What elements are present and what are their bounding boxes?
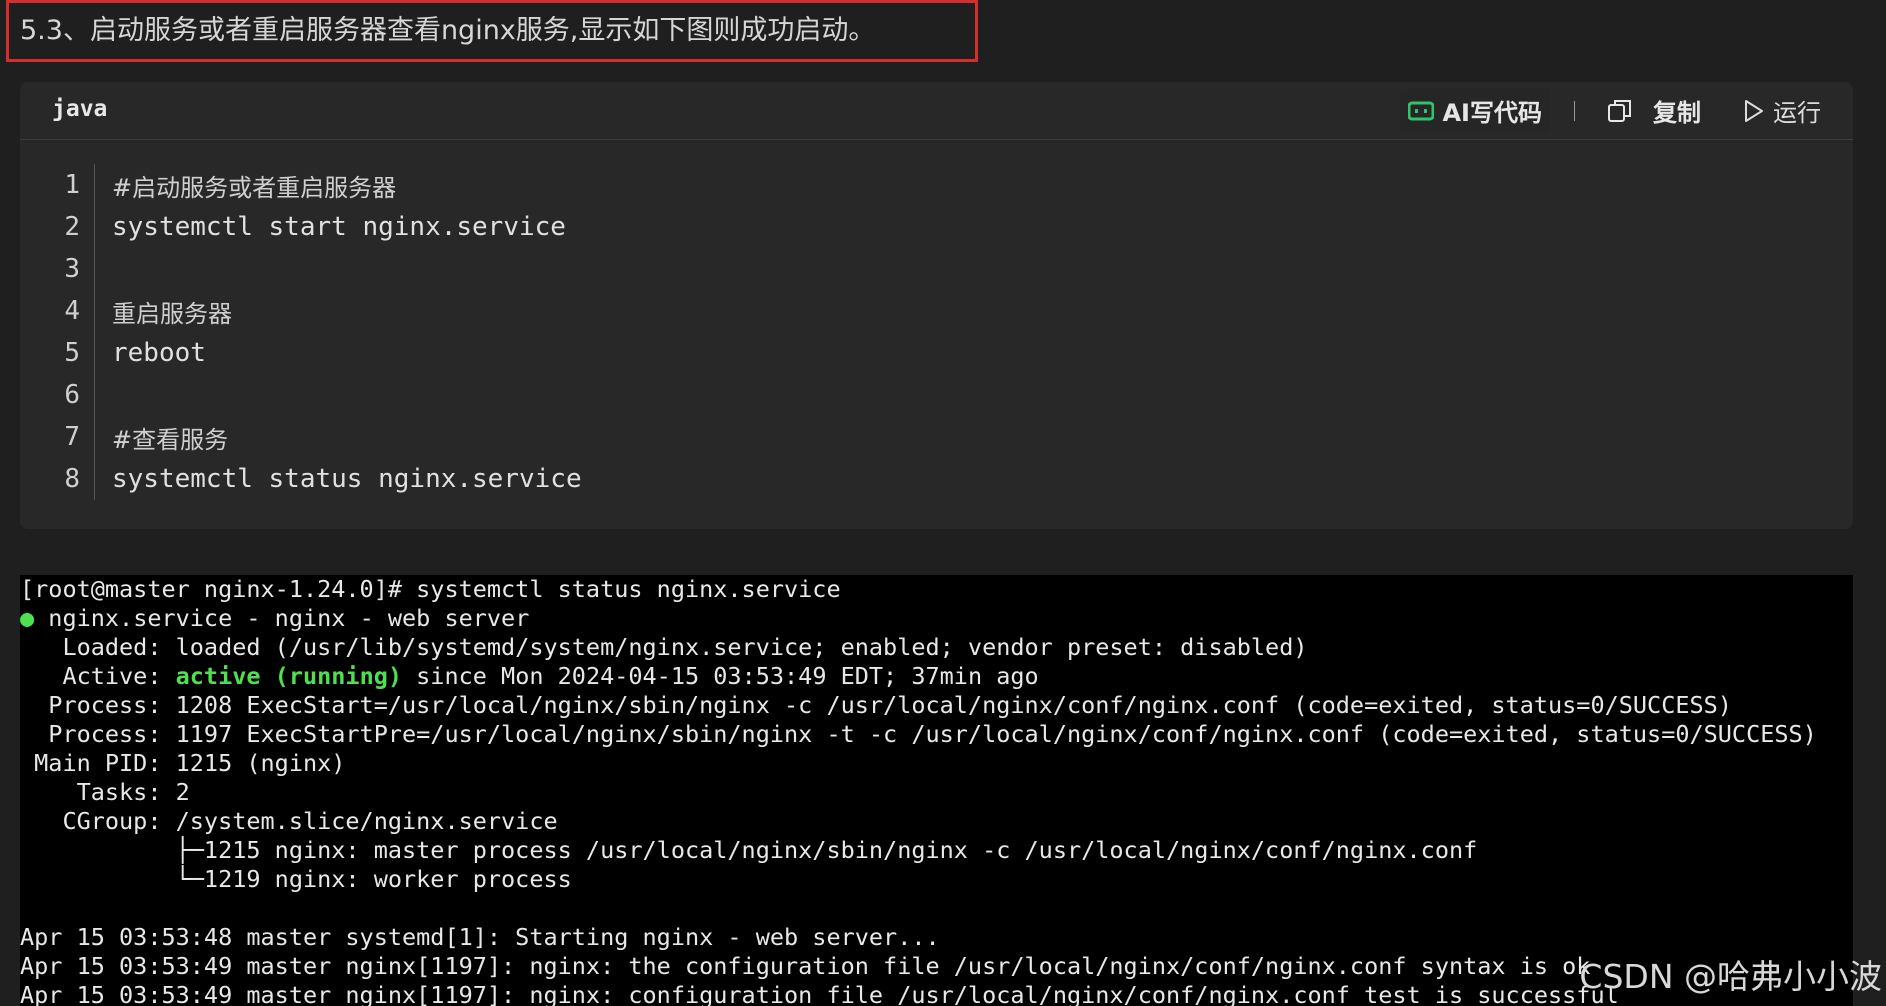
status-dot-icon: ● xyxy=(20,604,35,632)
terminal-log-line: Apr 15 03:53:49 master nginx[1197]: ngin… xyxy=(20,952,1591,980)
code-text: systemctl start nginx.service xyxy=(112,212,566,242)
code-line: 4 重启服务器 xyxy=(20,290,1853,332)
service-name-text: nginx.service - nginx - web server xyxy=(34,604,530,632)
code-line: 5 reboot xyxy=(20,332,1853,374)
page: 5.3、启动服务或者重启服务器查看nginx服务,显示如下图则成功启动。 jav… xyxy=(0,0,1886,1006)
active-suffix: since Mon 2024-04-15 03:53:49 EDT; 37min… xyxy=(402,662,1039,690)
ai-write-code-label: AI写代码 xyxy=(1442,99,1542,127)
code-text: #查看服务 xyxy=(112,425,229,454)
terminal-cgroup-child: └─1219 nginx: worker process xyxy=(20,865,572,893)
terminal-process2-line: Process: 1197 ExecStartPre=/usr/local/ng… xyxy=(20,720,1817,748)
copy-button[interactable]: 复制 xyxy=(1607,93,1701,128)
code-text: systemctl status nginx.service xyxy=(112,464,582,494)
code-line: 1 #启动服务或者重启服务器 xyxy=(20,164,1853,206)
terminal-process1-line: Process: 1208 ExecStart=/usr/local/nginx… xyxy=(20,691,1732,719)
ai-icon xyxy=(1408,101,1435,121)
line-number: 1 xyxy=(64,170,80,200)
terminal-service-line: ● nginx.service - nginx - web server xyxy=(20,604,529,633)
line-number: 8 xyxy=(64,464,80,494)
code-body: 1 #启动服务或者重启服务器 2 systemctl start nginx.s… xyxy=(20,164,1853,500)
line-number: 3 xyxy=(64,254,80,284)
terminal-cgroup-child: ├─1215 nginx: master process /usr/local/… xyxy=(20,836,1478,864)
line-number: 4 xyxy=(64,296,80,326)
line-number: 7 xyxy=(64,422,80,452)
terminal-prompt-line: [root@master nginx-1.24.0]# systemctl st… xyxy=(20,575,841,603)
run-label: 运行 xyxy=(1773,99,1821,127)
code-block: java AI写代码 复制 运行 1 #启动服务或者重启服务器 2 system… xyxy=(20,82,1853,529)
code-line: 2 systemctl start nginx.service xyxy=(20,206,1853,248)
toolbar-divider xyxy=(1574,100,1575,121)
line-number: 5 xyxy=(64,338,80,368)
line-number: 6 xyxy=(64,380,80,410)
terminal-loaded-line: Loaded: loaded (/usr/lib/systemd/system/… xyxy=(20,633,1308,661)
run-button[interactable]: 运行 xyxy=(1743,93,1821,128)
code-line: 7 #查看服务 xyxy=(20,416,1853,458)
terminal-tasks-line: Tasks: 2 xyxy=(20,778,190,806)
terminal-log-line: Apr 15 03:53:49 master nginx[1197]: ngin… xyxy=(20,981,1619,1006)
code-text: reboot xyxy=(112,338,206,368)
code-toolbar: AI写代码 复制 运行 xyxy=(1400,82,1853,139)
active-status-text: active (running) xyxy=(175,662,403,690)
play-icon xyxy=(1743,99,1765,123)
code-line: 8 systemctl status nginx.service xyxy=(20,458,1853,500)
code-line: 6 xyxy=(20,374,1853,416)
code-text: 重启服务器 xyxy=(112,299,232,328)
terminal-log-line: Apr 15 03:53:48 master systemd[1]: Start… xyxy=(20,923,940,951)
code-text: #启动服务或者重启服务器 xyxy=(112,173,397,202)
ai-write-code-button[interactable]: AI写代码 xyxy=(1400,89,1550,132)
terminal-active-line: Active: active (running) since Mon 2024-… xyxy=(20,662,1039,691)
code-language-label: java xyxy=(52,96,108,122)
terminal-mainpid-line: Main PID: 1215 (nginx) xyxy=(20,749,346,777)
code-block-header: java AI写代码 复制 运行 xyxy=(20,82,1853,140)
csdn-watermark: CSDN @哈弗小小波 xyxy=(1579,957,1882,996)
copy-label: 复制 xyxy=(1653,99,1701,127)
code-line: 3 xyxy=(20,248,1853,290)
section-heading: 5.3、启动服务或者重启服务器查看nginx服务,显示如下图则成功启动。 xyxy=(20,15,876,46)
line-number: 2 xyxy=(64,212,80,242)
terminal-cgroup-line: CGroup: /system.slice/nginx.service xyxy=(20,807,558,835)
copy-icon xyxy=(1607,98,1633,124)
active-prefix: Active: xyxy=(20,662,176,690)
terminal-screenshot: [root@master nginx-1.24.0]# systemctl st… xyxy=(20,575,1853,1006)
